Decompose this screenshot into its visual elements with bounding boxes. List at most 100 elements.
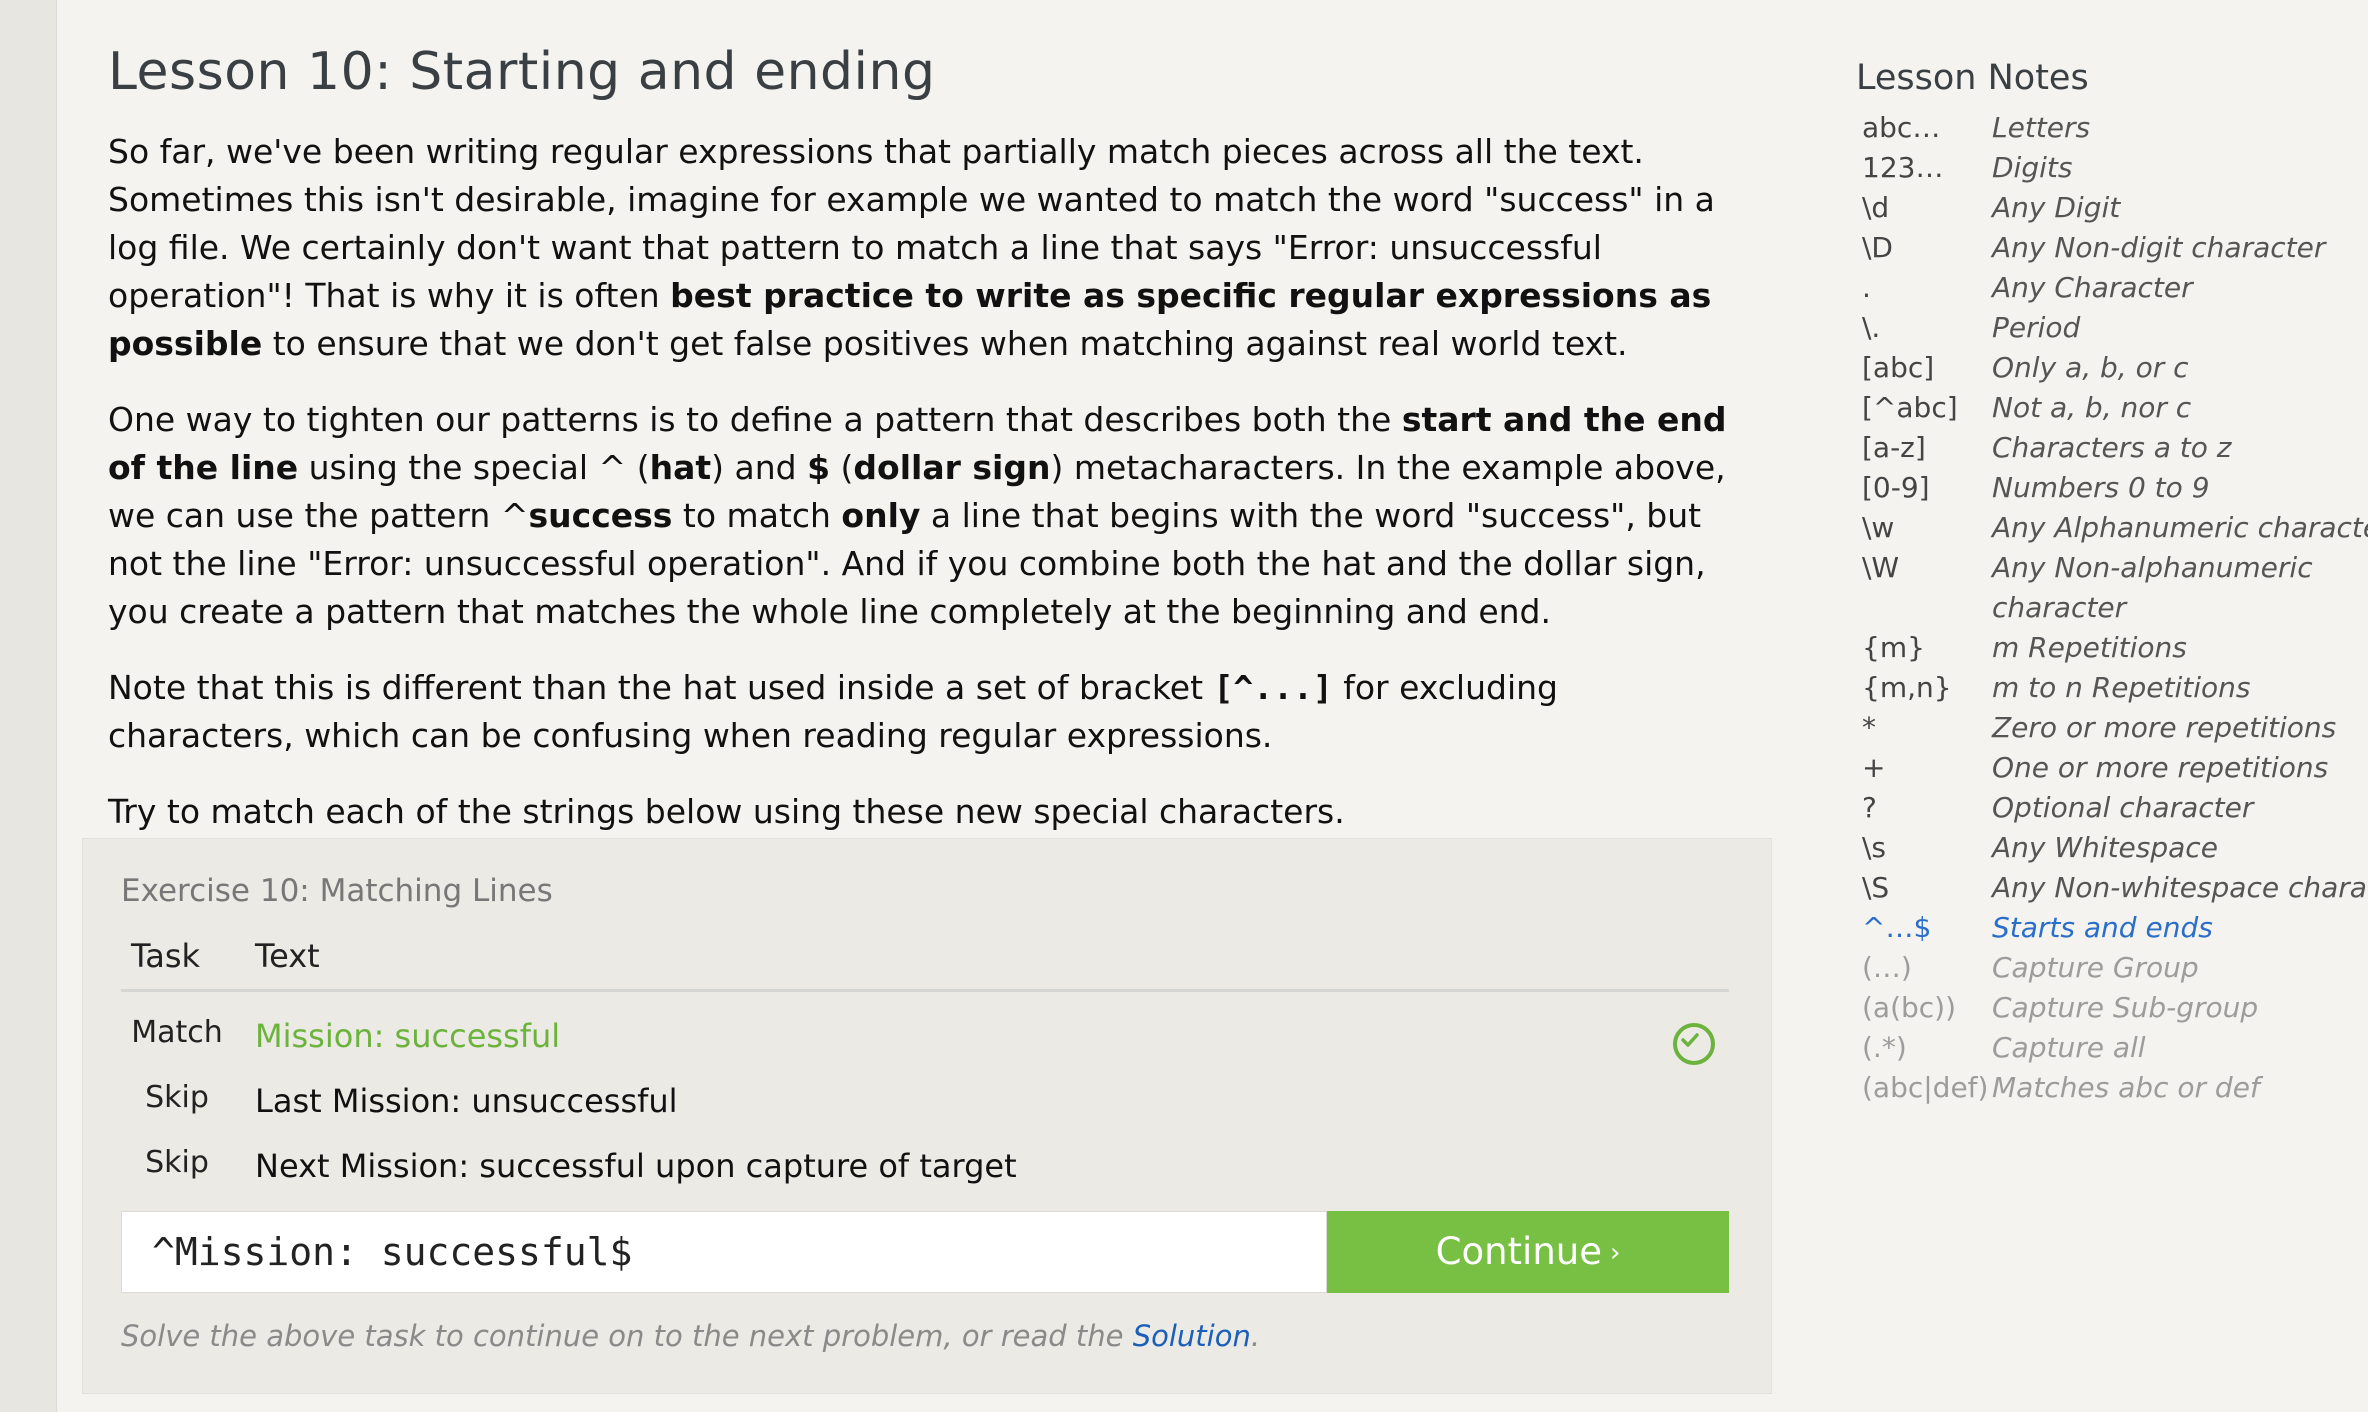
note-item[interactable]: \s Any Whitespace	[1856, 828, 2368, 868]
note-item[interactable]: (.*) Capture all	[1856, 1028, 2368, 1068]
header-task: Task	[131, 937, 201, 975]
note-item[interactable]: \d Any Digit	[1856, 188, 2368, 228]
note-item[interactable]: ? Optional character	[1856, 788, 2368, 828]
note-item[interactable]: (a(bc)) Capture Sub-group	[1856, 988, 2368, 1028]
note-item[interactable]: \. Period	[1856, 308, 2368, 348]
exercise-row: Skip Last Mission: unsuccessful	[121, 1080, 1729, 1144]
note-symbol: \w	[1862, 511, 1895, 544]
note-symbol: {m}	[1862, 631, 1925, 664]
solution-link[interactable]: Solution	[1133, 1319, 1251, 1353]
note-symbol: \S	[1862, 871, 1890, 904]
exercise-row: Match Mission: successful	[121, 1015, 1729, 1079]
note-item[interactable]: [0-9] Numbers 0 to 9	[1856, 468, 2368, 508]
note-item[interactable]: . Any Character	[1856, 268, 2368, 308]
note-item[interactable]: [a-z] Characters a to z	[1856, 428, 2368, 468]
note-symbol: \W	[1862, 551, 1900, 584]
chevron-right-icon: ›	[1609, 1238, 1621, 1268]
note-description: Any Alphanumeric character	[1992, 511, 2368, 544]
paragraph-bold-text: hat	[649, 448, 712, 487]
note-description: Optional character	[1992, 791, 2254, 824]
paragraph-text: to ensure that we don't get false positi…	[262, 324, 1628, 363]
exercise-panel: Exercise 10: Matching Lines Task Text Ma…	[82, 838, 1772, 1394]
note-item[interactable]: 123… Digits	[1856, 148, 2368, 188]
hint-text: Solve the above task to continue on to t…	[121, 1319, 1133, 1353]
note-symbol: [0-9]	[1862, 471, 1930, 504]
note-description: One or more repetitions	[1992, 751, 2329, 784]
paragraph-text: ) and	[711, 448, 808, 487]
note-symbol: (…)	[1862, 951, 1912, 984]
note-description: Any Digit	[1992, 191, 2121, 224]
header-text: Text	[255, 937, 320, 975]
note-item[interactable]: {m} m Repetitions	[1856, 628, 2368, 668]
row-text: Last Mission: unsuccessful	[255, 1082, 678, 1120]
continue-label: Continue	[1435, 1230, 1602, 1273]
note-symbol: ^…$	[1862, 911, 1932, 944]
note-symbol: *	[1862, 711, 1876, 744]
note-item[interactable]: abc… Letters	[1856, 108, 2368, 148]
note-item[interactable]: (abc|def) Matches abc or def	[1856, 1068, 2368, 1108]
paragraph-bold-text: $	[807, 448, 831, 487]
lesson-title: Lesson 10: Starting and ending	[108, 42, 936, 102]
paragraph-bold-text: dollar sign	[853, 448, 1051, 487]
note-item[interactable]: * Zero or more repetitions	[1856, 708, 2368, 748]
note-item[interactable]: \W Any Non-alphanumeric character	[1856, 548, 2368, 628]
paragraph-text: One way to tighten our patterns is to de…	[108, 400, 1402, 439]
note-description: Period	[1992, 311, 2081, 344]
lesson-paragraph-3: Note that this is different than the hat…	[108, 664, 1748, 760]
note-symbol: \.	[1862, 311, 1881, 344]
row-text: Mission: successful	[255, 1017, 561, 1055]
hint-text-end: .	[1250, 1319, 1261, 1353]
exercise-hint: Solve the above task to continue on to t…	[121, 1319, 1260, 1353]
note-symbol: [^abc]	[1862, 391, 1958, 424]
note-item[interactable]: (…) Capture Group	[1856, 948, 2368, 988]
note-item[interactable]: \w Any Alphanumeric character	[1856, 508, 2368, 548]
paragraph-bold-text: only	[841, 496, 921, 535]
note-symbol: [a-z]	[1862, 431, 1926, 464]
exercise-table-header: Task Text	[121, 937, 1729, 992]
note-description: Capture all	[1992, 1031, 2146, 1064]
check-circle-icon	[1673, 1023, 1715, 1065]
note-item[interactable]: [^abc] Not a, b, nor c	[1856, 388, 2368, 428]
note-symbol: \d	[1862, 191, 1890, 224]
note-description: Any Character	[1992, 271, 2193, 304]
note-description: Any Non-alphanumeric character	[1992, 551, 2313, 624]
note-description: Capture Group	[1992, 951, 2199, 984]
note-symbol: \D	[1862, 231, 1893, 264]
lesson-notes-title: Lesson Notes	[1856, 58, 2089, 98]
lesson-paragraph-2: One way to tighten our patterns is to de…	[108, 396, 1748, 636]
row-task: Match	[131, 1015, 223, 1050]
lesson-notes-sidebar: Lesson Notes abc… Letters 123… Digits \d Any …	[1856, 58, 2368, 1108]
note-symbol: (a(bc))	[1862, 991, 1957, 1024]
note-description: Matches abc or def	[1992, 1071, 2260, 1104]
note-item[interactable]: ^…$ Starts and ends	[1856, 908, 2368, 948]
row-text: Next Mission: successful upon capture of…	[255, 1147, 1017, 1185]
note-description: Any Whitespace	[1992, 831, 2218, 864]
note-symbol: {m,n}	[1862, 671, 1952, 704]
note-description: m Repetitions	[1992, 631, 2187, 664]
paragraph-bold-text: success	[528, 496, 673, 535]
note-symbol: [abc]	[1862, 351, 1935, 384]
lesson-content: Lesson 10: Starting and ending So far, w…	[108, 0, 1748, 836]
note-symbol: .	[1862, 271, 1871, 304]
note-item[interactable]: {m,n} m to n Repetitions	[1856, 668, 2368, 708]
note-symbol: 123…	[1862, 151, 1944, 184]
note-description: Only a, b, or c	[1992, 351, 2189, 384]
note-symbol: abc…	[1862, 111, 1941, 144]
note-symbol: (abc|def)	[1862, 1071, 1989, 1104]
note-item[interactable]: \D Any Non-digit character	[1856, 228, 2368, 268]
note-item[interactable]: \S Any Non-whitespace characte	[1856, 868, 2368, 908]
note-item[interactable]: [abc] Only a, b, or c	[1856, 348, 2368, 388]
regex-input[interactable]	[121, 1211, 1327, 1293]
paragraph-code: [^...]	[1213, 668, 1333, 707]
note-description: Not a, b, nor c	[1992, 391, 2192, 424]
paragraph-text: using the special ^ (	[298, 448, 650, 487]
note-item[interactable]: + One or more repetitions	[1856, 748, 2368, 788]
answer-row: Continue›	[121, 1211, 1729, 1293]
lesson-paragraph-1: So far, we've been writing regular expre…	[108, 128, 1748, 368]
note-description: Characters a to z	[1992, 431, 2232, 464]
continue-button[interactable]: Continue ›	[1327, 1211, 1729, 1293]
paragraph-text: (	[830, 448, 854, 487]
paragraph-text: to match	[672, 496, 842, 535]
note-description: Zero or more repetitions	[1992, 711, 2337, 744]
note-symbol: +	[1862, 751, 1886, 784]
